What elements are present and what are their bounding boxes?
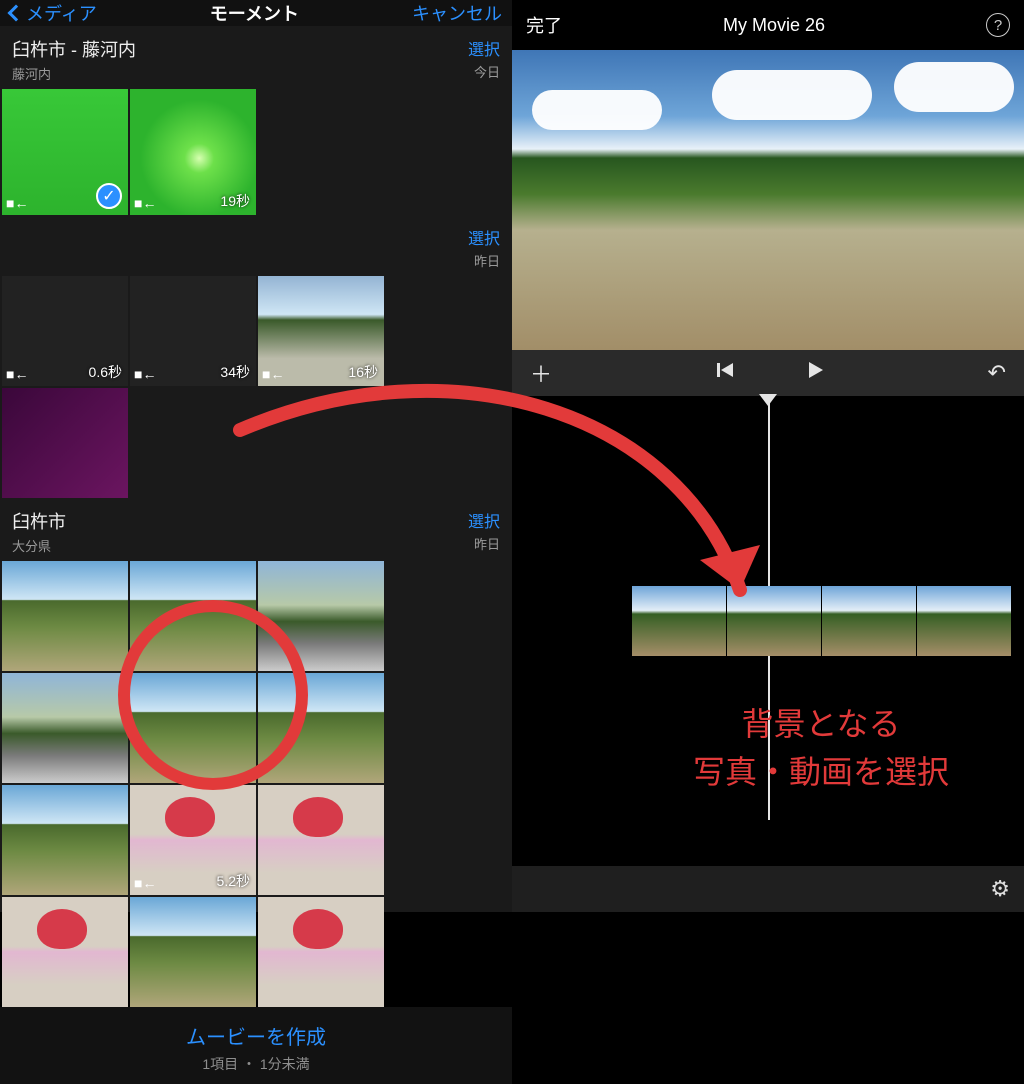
section-header: 臼杵市 大分県 選択 昨日: [0, 498, 512, 561]
video-icon: ■←: [262, 366, 284, 382]
select-button[interactable]: 選択: [468, 225, 500, 249]
media-thumb[interactable]: [2, 561, 128, 671]
media-thumb[interactable]: [130, 673, 256, 783]
media-thumb[interactable]: ■← 19秒: [130, 89, 256, 215]
media-thumb[interactable]: ■← 34秒: [130, 276, 256, 386]
thumb-duration: 5.2秒: [217, 871, 250, 891]
section-subtitle: 大分県: [12, 536, 66, 555]
select-sub: 今日: [468, 62, 500, 81]
media-thumb[interactable]: [2, 785, 128, 895]
help-icon: ?: [994, 17, 1002, 34]
video-icon: ■←: [134, 366, 156, 382]
help-button[interactable]: ?: [986, 13, 1010, 37]
media-thumb[interactable]: [130, 897, 256, 1007]
gear-icon: ⚙: [990, 876, 1010, 901]
media-thumb[interactable]: [258, 897, 384, 1007]
create-movie-button[interactable]: ムービーを作成: [0, 1021, 512, 1050]
media-thumb[interactable]: ■← 16秒: [258, 276, 384, 386]
thumb-duration: 0.6秒: [89, 362, 122, 382]
add-media-button[interactable]: ＋: [530, 357, 552, 389]
right-footer: ⚙: [512, 866, 1024, 912]
section-header: 臼杵市 - 藤河内 藤河内 選択 今日: [0, 26, 512, 89]
skip-back-icon: [715, 360, 735, 380]
skip-back-button[interactable]: [715, 360, 735, 386]
video-icon: ■←: [6, 195, 28, 211]
timeline-clip[interactable]: [917, 586, 1012, 656]
project-title: My Movie 26: [723, 15, 825, 36]
thumb-duration: 16秒: [348, 362, 378, 382]
media-thumb[interactable]: [130, 561, 256, 671]
preview-decoration: [712, 70, 872, 120]
section-subtitle: 藤河内: [12, 64, 136, 83]
playback-controls: ＋ ↶: [512, 350, 1024, 396]
section-header: 選択 昨日: [0, 215, 512, 276]
play-button[interactable]: [805, 360, 825, 386]
media-thumb[interactable]: ■← 0.6秒: [2, 276, 128, 386]
selected-check-icon: ✓: [96, 183, 122, 209]
thumb-grid: ■← 5.2秒: [0, 561, 512, 1007]
video-icon: ■←: [6, 366, 28, 382]
media-thumb[interactable]: [258, 561, 384, 671]
select-button[interactable]: 選択: [468, 36, 500, 60]
preview-decoration: [894, 62, 1014, 112]
done-button[interactable]: 完了: [526, 12, 562, 38]
chevron-left-icon: [8, 5, 25, 22]
timeline-clip[interactable]: [822, 586, 917, 656]
media-thumb[interactable]: ■← ✓: [2, 89, 128, 215]
left-header: メディア モーメント キャンセル: [0, 0, 512, 26]
section-title: 臼杵市 - 藤河内: [12, 36, 136, 62]
thumb-grid: ■← 0.6秒 ■← 34秒 ■← 16秒: [0, 276, 512, 498]
settings-button[interactable]: ⚙: [990, 876, 1010, 902]
preview-decoration: [532, 90, 662, 130]
media-thumb[interactable]: [258, 785, 384, 895]
select-sub: 昨日: [468, 534, 500, 553]
media-thumb[interactable]: ■← 5.2秒: [130, 785, 256, 895]
left-footer: ムービーを作成 1項目 ・ 1分未満: [0, 1007, 512, 1084]
right-header: 完了 My Movie 26 ?: [512, 0, 1024, 50]
back-label: メディア: [26, 0, 97, 26]
select-button[interactable]: 選択: [468, 508, 500, 532]
section-title: 臼杵市: [12, 508, 66, 534]
media-thumb[interactable]: [2, 388, 128, 498]
video-icon: ■←: [134, 875, 156, 891]
footer-meta: 1項目 ・ 1分未満: [0, 1054, 512, 1074]
back-button[interactable]: メディア: [10, 0, 97, 26]
select-sub: 昨日: [468, 251, 500, 270]
play-icon: [805, 360, 825, 380]
media-thumb[interactable]: [2, 673, 128, 783]
media-thumb[interactable]: [2, 897, 128, 1007]
thumb-duration: 19秒: [220, 191, 250, 211]
thumb-duration: 34秒: [220, 362, 250, 382]
picker-title: モーメント: [210, 0, 299, 26]
thumb-grid: ■← ✓ ■← 19秒: [0, 89, 512, 215]
media-thumb[interactable]: [258, 673, 384, 783]
media-picker-panel: メディア モーメント キャンセル 臼杵市 - 藤河内 藤河内 選択 今日 ■← …: [0, 0, 512, 912]
video-preview[interactable]: [512, 50, 1024, 350]
editor-panel: 完了 My Movie 26 ? ＋ ↶: [512, 0, 1024, 912]
clip-strip[interactable]: [632, 586, 1012, 656]
cancel-button[interactable]: キャンセル: [412, 0, 502, 26]
timeline[interactable]: [512, 396, 1024, 866]
timeline-clip[interactable]: [727, 586, 822, 656]
video-icon: ■←: [134, 195, 156, 211]
undo-button[interactable]: ↶: [988, 360, 1006, 386]
timeline-clip[interactable]: [632, 586, 727, 656]
